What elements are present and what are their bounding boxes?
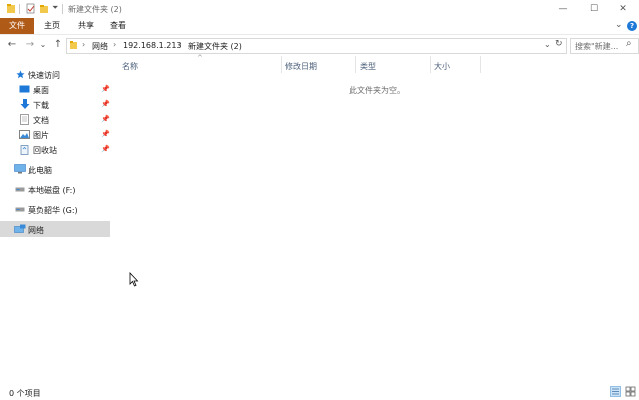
tab-file[interactable]: 文件: [0, 18, 34, 34]
window-title: 新建文件夹 (2): [68, 5, 122, 14]
status-item-count: 0 个项目: [9, 389, 41, 398]
recent-locations-button[interactable]: ⌄: [38, 38, 48, 52]
drive-icon: [15, 187, 25, 192]
column-divider[interactable]: [480, 56, 481, 73]
mouse-cursor-icon: [129, 272, 139, 287]
network-icon: [14, 224, 26, 233]
document-icon: [20, 114, 29, 125]
sidebar-item-drive-f[interactable]: 本地磁盘 (F:): [0, 182, 110, 197]
minimize-button[interactable]: —: [547, 0, 579, 18]
column-header-name[interactable]: 名称: [122, 61, 138, 72]
sidebar-item-label: 文档: [33, 116, 49, 125]
column-divider[interactable]: [430, 56, 431, 73]
column-header-modified[interactable]: 修改日期: [285, 61, 317, 72]
forward-button[interactable]: →: [23, 38, 37, 52]
customize-toolbar-icon[interactable]: ⏷: [52, 3, 58, 13]
sidebar-item-documents[interactable]: 文档 📌: [0, 112, 110, 127]
ribbon-collapse-icon[interactable]: ⌄: [615, 20, 623, 30]
sidebar-item-label: 此电脑: [28, 166, 52, 175]
divider: [62, 4, 63, 14]
sidebar-item-label: 桌面: [33, 86, 49, 95]
pin-icon: 📌: [101, 115, 110, 123]
pin-icon: 📌: [101, 145, 110, 153]
breadcrumb-folder[interactable]: 新建文件夹 (2): [188, 41, 242, 52]
computer-icon: [14, 164, 26, 174]
details-view-icon[interactable]: [610, 386, 621, 397]
sidebar-item-label: 图片: [33, 131, 49, 140]
breadcrumb-separator: ›: [113, 40, 117, 49]
sort-indicator-icon: ^: [197, 54, 203, 62]
sidebar-item-label: 本地磁盘 (F:): [28, 186, 76, 195]
properties-icon[interactable]: [26, 3, 36, 14]
sidebar-item-network[interactable]: 网络: [0, 221, 110, 237]
sidebar-item-label: 下载: [33, 101, 49, 110]
download-icon: [20, 99, 30, 109]
pin-icon: 📌: [101, 130, 110, 138]
divider: [19, 4, 20, 14]
empty-folder-message: 此文件夹为空。: [349, 86, 405, 95]
sidebar-item-pictures[interactable]: 图片 📌: [0, 127, 110, 142]
refresh-icon[interactable]: ↻: [555, 39, 563, 49]
maximize-button[interactable]: ☐: [578, 0, 610, 18]
folder-icon: [70, 41, 77, 49]
breadcrumb-host[interactable]: 192.168.1.213: [123, 41, 182, 50]
folder-app-icon: [7, 4, 15, 13]
address-dropdown-icon[interactable]: ⌄: [544, 40, 551, 49]
new-folder-icon[interactable]: [39, 3, 49, 14]
breadcrumb-separator: ›: [178, 40, 182, 49]
ribbon: [0, 18, 639, 35]
drive-icon: [15, 207, 25, 212]
desktop-icon: [19, 85, 30, 93]
breadcrumb-network[interactable]: 网络: [92, 41, 108, 52]
recycle-bin-icon: [20, 145, 29, 155]
pin-icon: 📌: [101, 85, 110, 93]
sidebar-quick-access[interactable]: 快速访问: [28, 70, 60, 81]
sidebar-item-this-pc[interactable]: 此电脑: [0, 162, 110, 177]
column-header-size[interactable]: 大小: [434, 61, 450, 72]
sidebar-item-label: 网络: [28, 226, 44, 235]
sidebar-item-label: 回收站: [33, 146, 57, 155]
breadcrumb-separator: ›: [82, 40, 86, 49]
back-button[interactable]: ←: [5, 38, 19, 52]
search-placeholder: 搜索"新建...: [575, 42, 619, 51]
tab-home[interactable]: 主页: [44, 18, 60, 34]
sidebar-item-desktop[interactable]: 桌面 📌: [0, 82, 110, 97]
close-button[interactable]: ✕: [607, 0, 639, 18]
large-icons-view-icon[interactable]: [625, 386, 636, 397]
sidebar-item-label: 莫负韶华 (G:): [28, 206, 78, 215]
up-button[interactable]: ↑: [51, 38, 65, 52]
tab-view[interactable]: 查看: [110, 18, 126, 34]
search-icon[interactable]: ⌕: [626, 38, 632, 49]
help-icon[interactable]: ?: [627, 21, 637, 31]
column-header-type[interactable]: 类型: [360, 61, 376, 72]
column-divider[interactable]: [281, 56, 282, 73]
picture-icon: [19, 130, 30, 139]
sidebar-item-drive-g[interactable]: 莫负韶华 (G:): [0, 202, 110, 217]
tab-share[interactable]: 共享: [78, 18, 94, 34]
sidebar-item-downloads[interactable]: 下载 📌: [0, 97, 110, 112]
sidebar-item-recycle-bin[interactable]: 回收站 📌: [0, 142, 110, 157]
star-icon: [16, 70, 25, 79]
column-divider[interactable]: [355, 56, 356, 73]
pin-icon: 📌: [101, 100, 110, 108]
